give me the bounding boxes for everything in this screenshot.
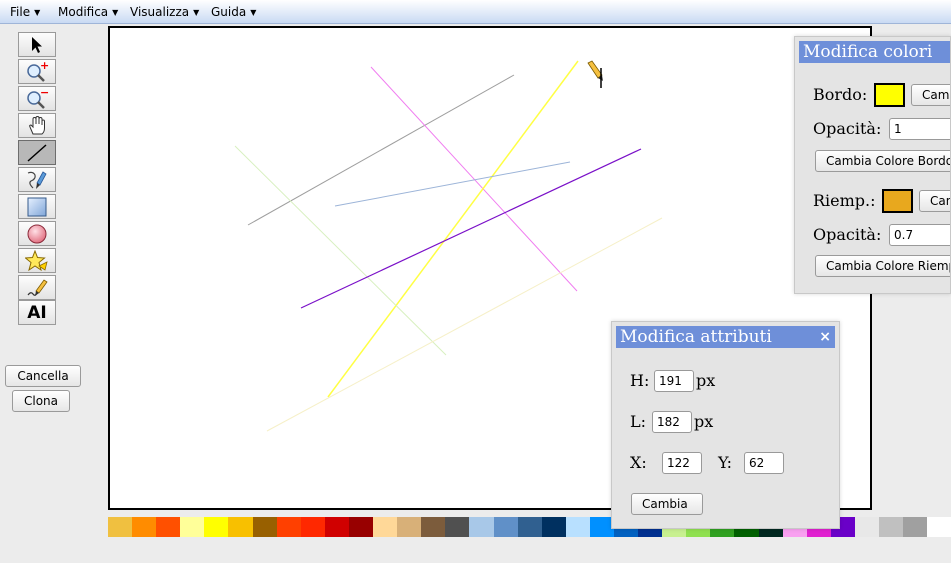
zoom-in-tool[interactable]: + (18, 59, 56, 84)
bordo-color-swatch[interactable] (874, 83, 905, 107)
palette-swatch[interactable] (204, 517, 229, 537)
text-icon: AI (27, 302, 47, 323)
pencil-tool[interactable] (18, 275, 56, 300)
dropdown-arrow-icon: ▼ (250, 8, 257, 17)
svg-text:+: + (40, 61, 49, 72)
canvas-line-purple[interactable] (300, 148, 642, 309)
palette-swatch[interactable] (397, 517, 422, 537)
x-label: X: (630, 453, 647, 472)
riemp-change-button[interactable]: Cambia (919, 190, 950, 212)
palette-swatch[interactable] (565, 517, 590, 537)
star-tool[interactable] (18, 248, 56, 273)
palette-swatch[interactable] (493, 517, 518, 537)
bordo-change-button[interactable]: Cambia (911, 84, 950, 106)
close-icon[interactable]: × (819, 326, 831, 348)
h-unit: px (696, 371, 716, 390)
h-label: H: (630, 371, 650, 390)
svg-text:−: − (40, 88, 49, 99)
opacita-riemp-label: Opacità: (813, 225, 882, 244)
rectangle-icon (27, 197, 47, 216)
menu-modifica[interactable]: Modifica ▼ (58, 0, 118, 24)
menu-visualizza[interactable]: Visualizza ▼ (130, 0, 199, 24)
riemp-color-swatch[interactable] (882, 189, 913, 213)
modifica-colori-panel: Modifica colori Bordo: Cambia Opacità: 1… (794, 36, 951, 294)
palette-swatch[interactable] (854, 517, 879, 537)
canvas-line-lightblue[interactable] (334, 161, 571, 207)
opacita-bordo-input[interactable]: 1 (889, 118, 950, 140)
cambia-attributi-button[interactable]: Cambia (631, 493, 703, 515)
panel-attributi-title: Modifica attributi × (616, 326, 835, 348)
y-label: Y: (718, 453, 732, 472)
bordo-label: Bordo: (813, 85, 868, 104)
menu-file[interactable]: File ▼ (10, 0, 40, 24)
palette-swatch[interactable] (180, 517, 205, 537)
menu-guida[interactable]: Guida ▼ (211, 0, 256, 24)
palette-swatch[interactable] (517, 517, 542, 537)
palette-swatch[interactable] (132, 517, 157, 537)
line-icon (27, 143, 47, 162)
palette-swatch[interactable] (108, 517, 133, 537)
palette-swatch[interactable] (228, 517, 253, 537)
zoom-in-icon: + (27, 61, 49, 82)
hand-icon (29, 115, 45, 134)
dropdown-arrow-icon: ▼ (193, 8, 200, 17)
line-tool[interactable] (18, 140, 56, 165)
menu-bar: File ▼ Modifica ▼ Visualizza ▼ Guida ▼ (0, 0, 951, 24)
palette-swatch[interactable] (903, 517, 928, 537)
cambia-colore-bordo-button[interactable]: Cambia Colore Bordo (815, 150, 950, 172)
star-icon (25, 249, 48, 271)
y-input[interactable]: 62 (744, 452, 784, 474)
palette-swatch[interactable] (324, 517, 349, 537)
text-tool[interactable]: AI (18, 300, 56, 325)
palette-swatch[interactable] (445, 517, 470, 537)
brush-icon (27, 170, 47, 189)
zoom-out-tool[interactable]: − (18, 86, 56, 111)
arrow-pointer-icon (32, 36, 42, 53)
canvas-line-gray[interactable] (247, 74, 515, 226)
canvas-line-pink[interactable] (370, 66, 578, 292)
dropdown-arrow-icon: ▼ (112, 8, 119, 17)
riemp-label: Riemp.: (813, 191, 876, 210)
cancella-button[interactable]: Cancella (5, 365, 81, 387)
clona-button[interactable]: Clona (12, 390, 70, 412)
panel-colori-title: Modifica colori (799, 41, 950, 63)
palette-swatch[interactable] (156, 517, 181, 537)
panel-attributi-title-text: Modifica attributi (620, 327, 772, 347)
pencil-icon (27, 278, 48, 296)
dropdown-arrow-icon: ▼ (34, 8, 41, 17)
canvas-line-yellow[interactable] (327, 60, 579, 398)
palette-swatch[interactable] (300, 517, 325, 537)
palette-swatch[interactable] (879, 517, 904, 537)
cambia-colore-riemp-button[interactable]: Cambia Colore Riemp. (815, 255, 950, 277)
freehand-tool[interactable] (18, 167, 56, 192)
palette-swatch[interactable] (541, 517, 566, 537)
l-input[interactable]: 182 (652, 411, 692, 433)
palette-swatch[interactable] (252, 517, 277, 537)
palette-swatch[interactable] (348, 517, 374, 537)
x-input[interactable]: 122 (662, 452, 702, 474)
select-tool[interactable] (18, 32, 56, 57)
circle-tool[interactable] (18, 221, 56, 246)
palette-swatch[interactable] (469, 517, 494, 537)
opacita-bordo-label: Opacità: (813, 119, 882, 138)
l-unit: px (694, 412, 714, 431)
canvas-line-cream[interactable] (266, 217, 663, 432)
zoom-out-icon: − (27, 88, 49, 109)
circle-icon (27, 224, 47, 243)
pan-tool[interactable] (18, 113, 56, 138)
canvas-line-lightgreen[interactable] (234, 145, 447, 356)
rectangle-tool[interactable] (18, 194, 56, 219)
opacita-riemp-input[interactable]: 0.7 (889, 224, 950, 246)
palette-swatch[interactable] (421, 517, 446, 537)
palette-swatch[interactable] (373, 517, 398, 537)
pencil-cursor-icon (587, 60, 603, 88)
modifica-attributi-panel: Modifica attributi × H: 191 px L: 182 px… (611, 321, 840, 529)
palette-swatch[interactable] (927, 517, 951, 537)
h-input[interactable]: 191 (654, 370, 694, 392)
l-label: L: (630, 412, 647, 431)
palette-swatch[interactable] (276, 517, 301, 537)
